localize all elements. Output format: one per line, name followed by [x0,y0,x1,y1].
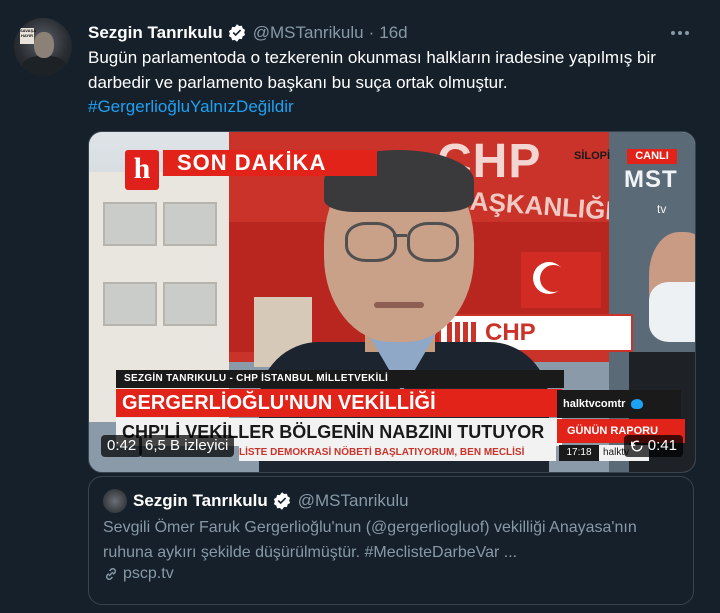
verified-badge-icon [228,24,245,42]
video-elapsed-time: 0:42 [101,435,143,457]
station-watermark: MST [624,166,678,193]
breaking-news-banner: SON DAKİKA [163,150,377,176]
hashtag-link[interactable]: #GergerlioğluYalnızDeğildir [88,97,294,116]
video-frame: CHP BAŞKANLIĞI CHP h SON DAKİKA SİLOPİ C… [89,132,695,472]
avatar-sign: SAVAŞA HAYIR [20,28,36,44]
quoted-display-name[interactable]: Sezgin Tanrıkulu [133,491,268,511]
verified-badge-icon [273,492,290,510]
timestamp[interactable]: 16d [379,23,407,43]
social-handle-tag: halktvcomtr [557,390,681,418]
quoted-text: Sevgili Ömer Faruk Gergerlioğlu'nun (@ge… [103,519,637,561]
display-name[interactable]: Sezgin Tanrıkulu [88,23,223,43]
tweet-header: Sezgin Tanrıkulu @MSTanrikulu · 16d [88,20,408,46]
social-handle: halktvcomtr [563,398,626,410]
tweet-text: Bugün parlamentoda o tezkerenin okunması… [88,46,698,120]
separator: · [368,23,375,42]
quoted-tweet[interactable]: Sezgin Tanrıkulu @MSTanrikulu Sevgili Öm… [88,476,694,605]
location-label: SİLOPİ [574,150,611,162]
live-badge: CANLI [627,149,677,164]
replay-icon [630,440,643,452]
station-watermark-sub: tv [657,202,667,216]
quoted-link-text[interactable]: pscp.tv [123,565,174,583]
broadcast-clock: 17:18 [559,445,599,461]
speaker-caption: SEZGİN TANRIKULU - CHP İSTANBUL MİLLETVE… [116,370,564,388]
tweet[interactable]: SAVAŞA HAYIR Sezgin Tanrıkulu @MSTanriku… [0,0,720,613]
quoted-link[interactable]: pscp.tv [103,565,174,583]
video-remaining-time: 0:41 [647,437,677,454]
avatar-face [34,32,54,58]
video-view-count: 6,5 B izleyici [139,435,235,457]
video-player[interactable]: CHP BAŞKANLIĞI CHP h SON DAKİKA SİLOPİ C… [88,131,696,473]
video-remaining[interactable]: 0:41 [623,435,683,457]
link-icon [105,567,117,581]
avatar[interactable]: SAVAŞA HAYIR [14,18,72,76]
tweet-body: Bugün parlamentoda o tezkerenin okunması… [88,48,656,92]
more-options-icon[interactable] [668,24,692,42]
quoted-header: Sezgin Tanrıkulu @MSTanrikulu [133,489,409,513]
headline-banner: GERGERLİOĞLU'NUN VEKİLLİĞİ DÜŞÜRÜLDÜ [116,389,562,442]
halk-tv-logo: h [125,150,159,190]
news-ticker: LİSTE DEMOKRASİ NÖBETİ BAŞLATIYORUM, BEN… [239,444,556,461]
avatar-body [22,56,66,76]
twitter-bird-icon [631,399,644,410]
quoted-handle[interactable]: @MSTanrikulu [298,491,409,511]
handle[interactable]: @MSTanrikulu [253,23,364,43]
quoted-avatar[interactable] [103,489,127,513]
